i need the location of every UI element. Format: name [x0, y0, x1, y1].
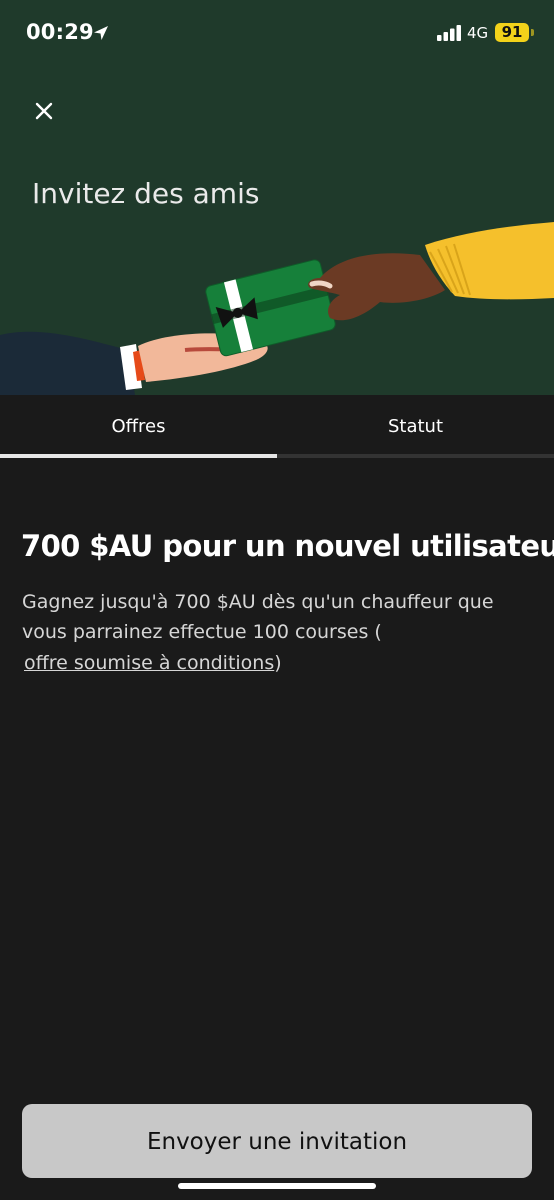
hero-banner: 00:29 4G 91 Invitez des amis	[0, 0, 554, 395]
terms-link[interactable]: offre soumise à conditions	[24, 652, 274, 674]
battery-icon: 91	[495, 23, 529, 42]
terms-close-paren: )	[274, 652, 282, 674]
status-time: 00:29	[26, 20, 94, 44]
home-indicator	[178, 1183, 376, 1189]
close-icon	[35, 102, 53, 120]
signal-icon	[437, 25, 461, 41]
tab-offres[interactable]: Offres	[0, 395, 277, 457]
network-label: 4G	[467, 24, 489, 42]
tab-bar: Offres Statut	[0, 395, 554, 460]
offer-description: Gagnez jusqu'à 700 $AU dès qu'un chauffe…	[22, 591, 494, 643]
send-invitation-button[interactable]: Envoyer une invitation	[22, 1104, 532, 1178]
battery-tip	[531, 29, 534, 36]
tab-statut[interactable]: Statut	[277, 395, 554, 457]
close-button[interactable]	[28, 96, 60, 128]
gift-exchange-illustration	[0, 222, 554, 395]
status-bar: 00:29 4G 91	[0, 0, 554, 66]
location-arrow-icon	[94, 26, 108, 40]
tab-selected-indicator	[0, 454, 277, 458]
terms-line: offre soumise à conditions)	[24, 652, 282, 674]
offer-title: 700 $AU pour un nouvel utilisateur	[21, 529, 554, 564]
